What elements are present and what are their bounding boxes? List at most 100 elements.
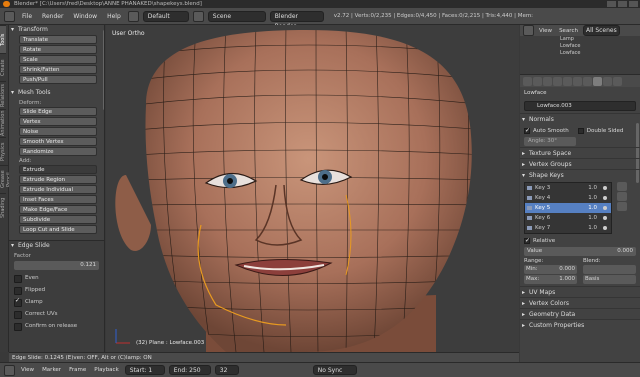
add-key-icon[interactable] [617, 182, 627, 191]
scale-button[interactable]: Scale [19, 55, 97, 64]
sync-select[interactable]: No Sync [312, 365, 357, 375]
constraints-tab-icon[interactable] [573, 76, 582, 86]
tab-physics[interactable]: Physics [0, 137, 6, 165]
relative-to-field[interactable]: Basis [583, 275, 636, 284]
info-editor-icon[interactable] [4, 10, 15, 22]
even-checkbox[interactable]: Even [14, 274, 99, 283]
edge-slide-header[interactable]: Edge Slide [9, 241, 104, 251]
correct-uvs-checkbox[interactable]: Correct UVs [14, 310, 99, 319]
vertex-colors-panel-header[interactable]: Vertex Colors [520, 297, 640, 309]
min-field[interactable]: Min: 0.000 [524, 265, 577, 274]
transform-panel-header[interactable]: Transform [9, 25, 104, 35]
tab-animation[interactable]: Animation [0, 109, 6, 137]
push-pull-button[interactable]: Push/Pull [19, 75, 97, 84]
material-tab-icon[interactable] [603, 76, 612, 86]
outliner-row[interactable]: Lowface [520, 50, 640, 57]
render-engine-select[interactable]: Blender Render [269, 10, 324, 30]
custom-properties-panel-header[interactable]: Custom Properties [520, 319, 640, 331]
menu-frame[interactable]: Frame [67, 367, 88, 373]
shape-key-row-selected[interactable]: Key 5 1.0 [525, 203, 611, 213]
tab-create[interactable]: Create [0, 53, 6, 81]
extrude-individual-button[interactable]: Extrude Individual [19, 185, 97, 194]
layout-field[interactable]: Default [142, 10, 189, 22]
loop-cut-slide-button[interactable]: Loop Cut and Slide [19, 225, 97, 234]
auto-smooth-checkbox[interactable] [524, 127, 530, 134]
scene-tab-icon[interactable] [543, 76, 552, 86]
layout-icon[interactable] [127, 10, 139, 22]
outliner-row[interactable]: Lamp [520, 36, 640, 43]
menu-view[interactable]: View [19, 367, 36, 373]
shape-keys-panel-header[interactable]: Shape Keys [520, 169, 640, 181]
start-frame-field[interactable]: Start: 1 [124, 365, 165, 375]
vertex-slide-button[interactable]: Vertex [19, 117, 97, 126]
shape-key-list[interactable]: Key 3 1.0 Key 4 1.0 Key 5 1.0 Key 6 1.0 Key … [524, 182, 612, 234]
mesh-data-tab-icon[interactable] [593, 76, 602, 86]
rotate-button[interactable]: Rotate [19, 45, 97, 54]
scene-icon[interactable] [192, 10, 204, 22]
normals-panel-header[interactable]: Normals [520, 113, 640, 125]
world-tab-icon[interactable] [553, 76, 562, 86]
vertex-groups-panel-header[interactable]: Vertex Groups [520, 158, 640, 170]
shape-value-slider[interactable]: Value 0.000 [524, 247, 636, 256]
3d-viewport[interactable]: User Ortho (32) Plane : Lowface.003 [106, 25, 519, 352]
max-field[interactable]: Max: 1.000 [524, 275, 577, 284]
outliner-editor-icon[interactable] [523, 25, 534, 36]
confirm-on-release-checkbox[interactable]: Confirm on release [14, 322, 99, 331]
scene-field[interactable]: Scene [207, 10, 266, 22]
extrude-select[interactable]: Extrude [19, 165, 97, 174]
toolshelf-scrollbar[interactable] [103, 30, 104, 110]
make-edge-face-button[interactable]: Make Edge/Face [19, 205, 97, 214]
menu-render[interactable]: Render [39, 13, 66, 20]
relative-checkbox[interactable] [524, 237, 530, 244]
tab-tools[interactable]: Tools [0, 25, 6, 53]
inset-faces-button[interactable]: Inset Faces [19, 195, 97, 204]
end-frame-field[interactable]: End: 250 [168, 365, 211, 375]
mesh-name-field[interactable]: Lowface.003 [524, 101, 636, 111]
close-icon[interactable] [629, 1, 638, 7]
modifiers-tab-icon[interactable] [583, 76, 592, 86]
current-frame-field[interactable]: 32 [214, 365, 239, 375]
menu-marker[interactable]: Marker [40, 367, 63, 373]
minimize-icon[interactable] [607, 1, 616, 7]
texture-tab-icon[interactable] [613, 76, 622, 86]
outliner-view-menu[interactable]: View [537, 28, 554, 34]
factor-slider[interactable]: 0.121 [14, 261, 99, 270]
object-tab-icon[interactable] [563, 76, 572, 86]
subdivide-button[interactable]: Subdivide [19, 215, 97, 224]
extrude-region-button[interactable]: Extrude Region [19, 175, 97, 184]
outliner-display-select[interactable]: All Scenes [582, 25, 620, 36]
menu-playback[interactable]: Playback [92, 367, 121, 373]
noise-button[interactable]: Noise [19, 127, 97, 136]
menu-file[interactable]: File [19, 13, 35, 20]
tab-relations[interactable]: Relations [0, 81, 6, 109]
angle-field[interactable]: Angle: 30° [524, 137, 576, 146]
texture-space-panel-header[interactable]: Texture Space [520, 147, 640, 159]
layers-tab-icon[interactable] [533, 76, 542, 86]
uv-maps-panel-header[interactable]: UV Maps [520, 286, 640, 298]
menu-help[interactable]: Help [104, 13, 124, 20]
maximize-icon[interactable] [618, 1, 627, 7]
remove-key-icon[interactable] [617, 192, 627, 201]
outliner-row[interactable]: Lowface [520, 43, 640, 50]
shrink-fatten-button[interactable]: Shrink/Fatten [19, 65, 97, 74]
geometry-data-panel-header[interactable]: Geometry Data [520, 308, 640, 320]
double-sided-checkbox[interactable] [577, 127, 584, 134]
outliner-search-menu[interactable]: Search [557, 28, 580, 34]
shape-key-row[interactable]: Key 6 1.0 [525, 213, 611, 223]
mesh-tools-panel-header[interactable]: Mesh Tools [9, 88, 104, 98]
shape-key-row[interactable]: Key 4 1.0 [525, 193, 611, 203]
blend-vertex-group-field[interactable] [583, 265, 636, 274]
shape-key-row[interactable]: Key 3 1.0 [525, 183, 611, 193]
timeline-editor-icon[interactable] [4, 364, 15, 376]
slide-edge-button[interactable]: Slide Edge [19, 107, 97, 116]
shape-key-row[interactable]: Key 7 1.0 [525, 223, 611, 233]
smooth-vertex-button[interactable]: Smooth Vertex [19, 137, 97, 146]
menu-window[interactable]: Window [70, 13, 100, 20]
flipped-checkbox[interactable]: Flipped [14, 286, 99, 295]
clamp-checkbox[interactable]: Clamp [14, 297, 99, 307]
randomize-button[interactable]: Randomize [19, 147, 97, 156]
key-menu-icon[interactable] [617, 202, 627, 211]
tab-shading[interactable]: Shading [0, 193, 6, 221]
translate-button[interactable]: Translate [19, 35, 97, 44]
render-tab-icon[interactable] [523, 76, 532, 86]
